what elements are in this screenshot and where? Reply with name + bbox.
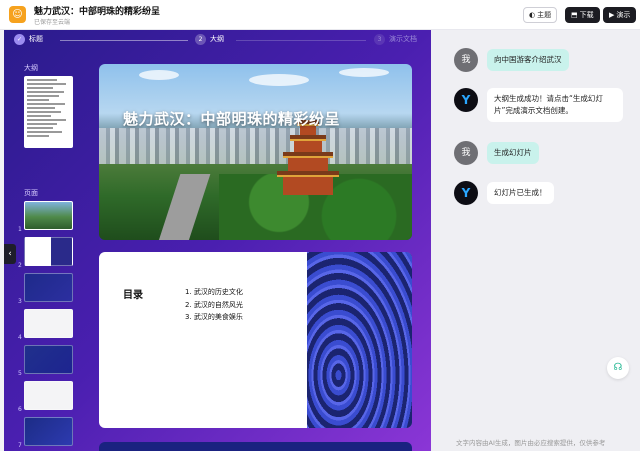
- top-bar: ☺ 魅力武汉：中部明珠的精彩纷呈 已保存至云端 ◐ 主题 ⬒ 下载 ▶ 演示: [0, 0, 640, 30]
- page-thumbnail-image: [24, 345, 73, 374]
- app-logo-icon[interactable]: ☺: [9, 6, 26, 23]
- outline-thumbnail[interactable]: [24, 76, 73, 148]
- page-number: 7: [18, 442, 22, 449]
- step-presentation[interactable]: 3 演示文档: [374, 34, 417, 45]
- cloud-shape: [139, 70, 179, 80]
- step-outline-label: 大纲: [210, 35, 224, 43]
- download-button-label: 下载: [579, 11, 594, 19]
- toc-title: 目录: [123, 290, 143, 301]
- page-thumbnail[interactable]: 4: [4, 309, 79, 341]
- page-number: 4: [18, 334, 22, 341]
- page-number: 1: [18, 226, 22, 233]
- play-icon: ▶: [609, 11, 615, 19]
- step-title-label: 标题: [29, 35, 43, 43]
- headset-icon: ☊: [613, 362, 623, 373]
- page-thumbnail-image: [24, 381, 73, 410]
- theme-button[interactable]: ◐ 主题: [523, 7, 558, 23]
- download-button[interactable]: ⬒ 下载: [565, 7, 600, 23]
- user-avatar: 我: [454, 141, 478, 165]
- page-thumbnail[interactable]: 6: [4, 381, 79, 413]
- page-thumbnail-image: [24, 201, 73, 230]
- cloud-shape: [339, 68, 389, 77]
- download-icon: ⬒: [571, 11, 578, 19]
- toc-item: 1. 武汉的历史文化: [185, 288, 243, 296]
- customer-support-button[interactable]: ☊: [607, 357, 629, 379]
- abstract-wave-art: [307, 252, 412, 428]
- page-thumbnail[interactable]: 5: [4, 345, 79, 377]
- page-thumbnail-image: [24, 273, 73, 302]
- road-shape: [157, 174, 211, 240]
- save-status: 已保存至云端: [34, 19, 71, 26]
- present-button[interactable]: ▶ 演示: [603, 7, 637, 23]
- toc-item: 3. 武汉的美食娱乐: [185, 313, 243, 321]
- palette-icon: ◐: [529, 11, 536, 19]
- pages-section-label: 页面: [24, 189, 38, 197]
- user-avatar: 我: [454, 48, 478, 72]
- toc-item: 2. 武汉的自然风光: [185, 300, 243, 309]
- chevron-left-icon: ‹: [8, 249, 12, 259]
- theme-button-label: 主题: [537, 11, 552, 19]
- page-number: 6: [18, 406, 22, 413]
- slide-table-of-contents[interactable]: 目录 1. 武汉的历史文化 2. 武汉的自然风光 3. 武汉的美食娱乐: [99, 252, 412, 428]
- bot-avatar: Y: [454, 181, 478, 205]
- page-number: 5: [18, 370, 22, 377]
- bot-avatar: Y: [454, 88, 478, 112]
- ai-disclaimer: 文字内容由AI生成，图片由必应搜索提供，仅供参考: [456, 439, 606, 447]
- present-button-label: 演示: [616, 11, 631, 19]
- step-presentation-number: 3: [374, 34, 385, 45]
- page-thumbnail[interactable]: 1: [4, 201, 79, 233]
- city-skyline: [99, 128, 412, 164]
- step-connector: [60, 40, 188, 41]
- toc-list: 1. 武汉的历史文化 2. 武汉的自然风光 3. 武汉的美食娱乐: [185, 286, 243, 324]
- step-outline-number: 2: [195, 34, 206, 45]
- chat-message-user: 向中国游客介绍武汉: [487, 49, 569, 71]
- page-thumbnail-image: [24, 417, 73, 446]
- chat-panel: 我 向中国游客介绍武汉 Y 大纲生成成功！请点击“生成幻灯片”完成演示文档创建。…: [431, 30, 640, 451]
- step-presentation-label: 演示文档: [389, 35, 417, 43]
- step-title[interactable]: ✓ 标题: [14, 34, 43, 45]
- chat-message-bot: 幻灯片已生成！: [487, 182, 554, 204]
- page-thumbnail-image: [24, 237, 73, 266]
- cloud-shape: [249, 74, 309, 86]
- document-title[interactable]: 魅力武汉：中部明珠的精彩纷呈: [34, 4, 160, 17]
- page-thumbnail[interactable]: 3: [4, 273, 79, 305]
- collapse-sidebar-button[interactable]: ‹: [4, 244, 16, 264]
- slide-next-partial[interactable]: [99, 442, 412, 451]
- chat-message-bot: 大纲生成成功！请点击“生成幻灯片”完成演示文档创建。: [487, 88, 623, 122]
- yellow-crane-tower-illustration: [277, 120, 339, 200]
- page-thumbnail[interactable]: 7: [4, 417, 79, 449]
- page-number: 3: [18, 298, 22, 305]
- page-number: 2: [18, 262, 22, 269]
- progress-steps: ✓ 标题 2 大纲 3 演示文档: [4, 30, 431, 50]
- cover-title: 魅力武汉：中部明珠的精彩纷呈: [123, 110, 341, 128]
- slide-editor: ✓ 标题 2 大纲 3 演示文档 大纲 页面 1 2 3 4 5 6 7 ‹ 魅…: [4, 30, 431, 451]
- page-thumbnail-image: [24, 309, 73, 338]
- step-connector: [236, 40, 366, 41]
- outline-section-label: 大纲: [24, 64, 38, 72]
- chat-message-user: 生成幻灯片: [487, 142, 539, 164]
- slide-cover[interactable]: 魅力武汉：中部明珠的精彩纷呈: [99, 64, 412, 240]
- step-outline[interactable]: 2 大纲: [195, 34, 224, 45]
- check-icon: ✓: [14, 34, 25, 45]
